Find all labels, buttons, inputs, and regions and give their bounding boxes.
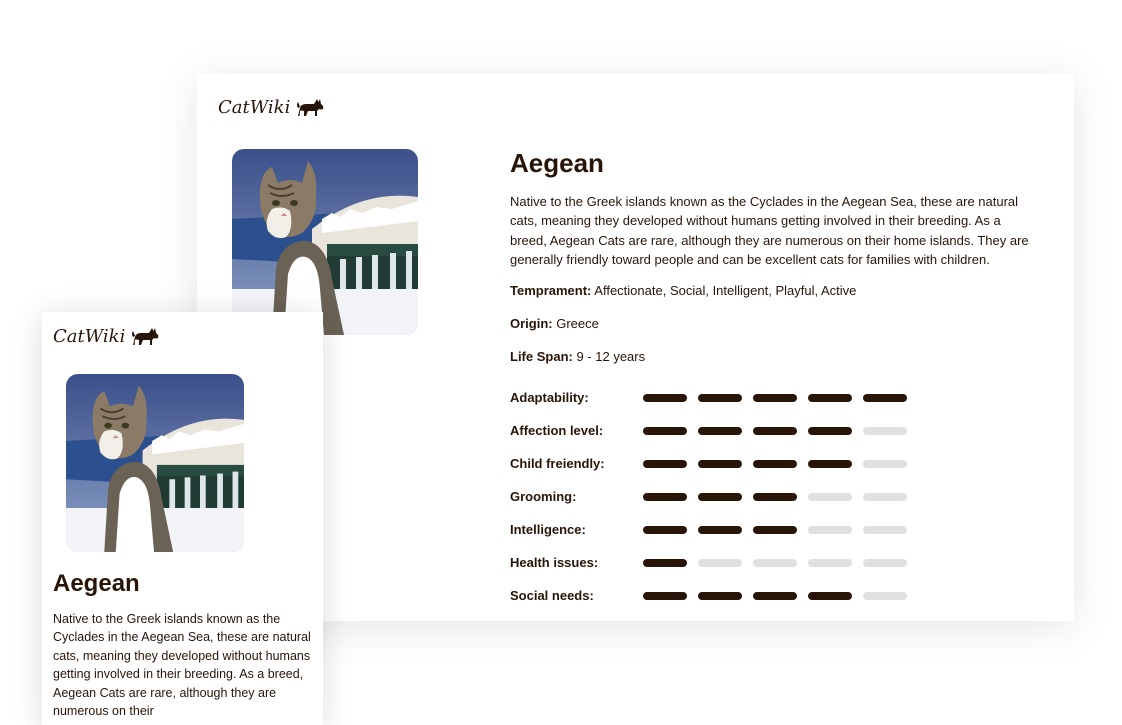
rating-label: Health issues: xyxy=(510,555,599,571)
rating-row: Affection level: xyxy=(510,414,1030,447)
fact-value: Greece xyxy=(556,316,599,332)
breed-description: Native to the Greek islands known as the… xyxy=(510,194,1029,267)
rating-bar-filled xyxy=(643,492,687,501)
rating-bars xyxy=(643,426,907,435)
rating-bar-empty xyxy=(863,492,907,501)
rating-bars xyxy=(643,393,907,402)
rating-bar-filled xyxy=(753,591,797,600)
rating-bar-empty xyxy=(863,525,907,534)
cat-silhouette-icon xyxy=(130,325,160,347)
catwiki-logo[interactable]: CatWiki xyxy=(218,96,325,118)
breed-title: Aegean xyxy=(510,148,604,178)
rating-bars xyxy=(643,591,907,600)
rating-bar-filled xyxy=(753,426,797,435)
rating-bar-filled xyxy=(643,459,687,468)
rating-bar-filled xyxy=(698,426,742,435)
rating-label: Intelligence: xyxy=(510,522,586,538)
rating-bar-filled xyxy=(863,393,907,402)
fact-value: Affectionate, Social, Intelligent, Playf… xyxy=(594,283,857,299)
origin-fact: Origin: Greece xyxy=(510,315,1030,333)
rating-label: Grooming: xyxy=(510,489,577,505)
rating-bar-filled xyxy=(753,492,797,501)
rating-bar-empty xyxy=(863,591,907,600)
breed-photo xyxy=(232,149,418,335)
cat-silhouette-icon xyxy=(295,96,325,118)
rating-bar-empty xyxy=(753,558,797,567)
rating-row: Grooming: xyxy=(510,480,1030,513)
logo-text: CatWiki xyxy=(53,326,126,347)
rating-bar-filled xyxy=(698,525,742,534)
fact-value: 9 - 12 years xyxy=(576,349,646,365)
catwiki-logo[interactable]: CatWiki xyxy=(53,325,160,347)
rating-bar-filled xyxy=(808,591,852,600)
rating-bar-filled xyxy=(698,459,742,468)
rating-bar-empty xyxy=(698,558,742,567)
showcase-stage: CatWiki Aegean Native to the Greek islan… xyxy=(0,0,1122,725)
rating-row: Social needs: xyxy=(510,579,1030,612)
rating-bar-filled xyxy=(808,393,852,402)
rating-row: Child freiendly: xyxy=(510,447,1030,480)
fact-label: Life Span: xyxy=(510,349,573,365)
rating-label: Child freiendly: xyxy=(510,456,605,472)
rating-row: Health issues: xyxy=(510,546,1030,579)
fact-label: Origin: xyxy=(510,316,553,332)
rating-bars xyxy=(643,558,907,567)
rating-bars xyxy=(643,459,907,468)
desktop-breed-page: CatWiki Aegean Native to the Greek islan… xyxy=(197,74,1074,621)
rating-bar-filled xyxy=(698,393,742,402)
rating-bar-filled xyxy=(753,525,797,534)
rating-bar-filled xyxy=(753,459,797,468)
breed-photo xyxy=(66,374,244,552)
breed-description: Native to the Greek islands known as the… xyxy=(53,612,311,719)
logo-text: CatWiki xyxy=(218,97,291,118)
rating-bar-filled xyxy=(753,393,797,402)
breed-info: Aegean Native to the Greek islands known… xyxy=(510,146,1030,612)
temperament-fact: Temprament: Affectionate, Social, Intell… xyxy=(510,282,1030,300)
rating-bar-empty xyxy=(808,525,852,534)
ratings-list: Adaptability: Affection level: Child fre… xyxy=(510,381,1030,612)
rating-label: Social needs: xyxy=(510,588,594,604)
breed-title: Aegean xyxy=(53,570,140,597)
fact-label: Temprament: xyxy=(510,283,592,299)
rating-row: Intelligence: xyxy=(510,513,1030,546)
rating-bar-empty xyxy=(863,426,907,435)
rating-bar-filled xyxy=(643,525,687,534)
rating-row: Adaptability: xyxy=(510,381,1030,414)
rating-bars xyxy=(643,525,907,534)
rating-bar-empty xyxy=(808,558,852,567)
rating-bar-filled xyxy=(643,591,687,600)
rating-bar-filled xyxy=(698,591,742,600)
mobile-breed-page: CatWiki Aegean Native to the Greek islan… xyxy=(42,312,323,725)
rating-bar-filled xyxy=(643,558,687,567)
rating-bar-empty xyxy=(808,492,852,501)
rating-bar-filled xyxy=(643,426,687,435)
rating-bar-empty xyxy=(863,558,907,567)
life-span-fact: Life Span: 9 - 12 years xyxy=(510,348,1030,366)
rating-bar-filled xyxy=(643,393,687,402)
rating-bar-empty xyxy=(863,459,907,468)
rating-bar-filled xyxy=(808,459,852,468)
rating-label: Affection level: xyxy=(510,423,604,439)
rating-bar-filled xyxy=(808,426,852,435)
rating-label: Adaptability: xyxy=(510,390,589,406)
rating-bar-filled xyxy=(698,492,742,501)
rating-bars xyxy=(643,492,907,501)
